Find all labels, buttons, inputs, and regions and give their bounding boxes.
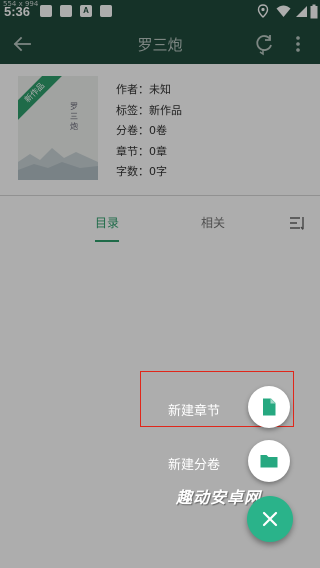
watermark-text: 趣动安卓网 [176, 488, 262, 507]
close-menu-fab[interactable] [247, 496, 293, 542]
new-volume-button[interactable] [248, 440, 290, 482]
new-chapter-label[interactable]: 新建章节 [168, 400, 220, 419]
close-icon [262, 511, 278, 527]
new-volume-label[interactable]: 新建分卷 [168, 454, 220, 473]
menu-scrim[interactable] [0, 0, 320, 568]
folder-icon [260, 455, 278, 468]
document-icon [263, 398, 276, 416]
new-chapter-button[interactable] [248, 386, 290, 428]
